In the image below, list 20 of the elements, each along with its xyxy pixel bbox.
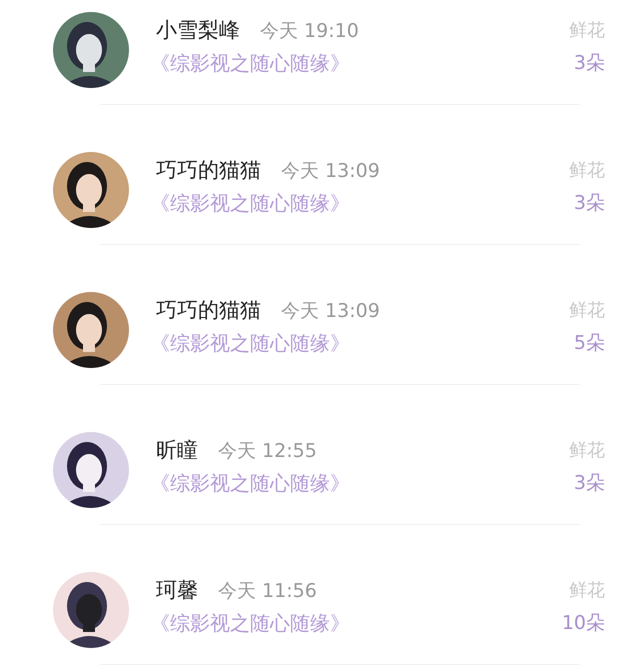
time-text: 今天 12:55 xyxy=(218,439,317,464)
book-title[interactable]: 《综影视之随心随缘》 xyxy=(150,610,350,637)
time-text: 今天 11:56 xyxy=(218,579,317,604)
book-title[interactable]: 《综影视之随心随缘》 xyxy=(150,470,350,497)
user-name: 昕瞳 xyxy=(156,437,198,464)
book-title[interactable]: 《综影视之随心随缘》 xyxy=(150,50,350,77)
user-name: 巧巧的猫猫 xyxy=(156,157,261,184)
user-name: 珂馨 xyxy=(156,577,198,604)
book-title[interactable]: 《综影视之随心随缘》 xyxy=(150,330,350,357)
book-title[interactable]: 《综影视之随心随缘》 xyxy=(150,190,350,217)
time-text: 今天 13:09 xyxy=(281,299,380,324)
gift-count: 10朵 xyxy=(562,611,605,636)
gift-count: 3朵 xyxy=(574,191,605,216)
gift-count: 3朵 xyxy=(574,471,605,496)
gift-count: 5朵 xyxy=(574,331,605,356)
user-name: 巧巧的猫猫 xyxy=(156,297,261,324)
user-name: 小雪梨峰 xyxy=(156,17,240,44)
time-text: 今天 19:10 xyxy=(260,19,359,44)
time-text: 今天 13:09 xyxy=(281,159,380,184)
gift-count: 3朵 xyxy=(574,51,605,76)
